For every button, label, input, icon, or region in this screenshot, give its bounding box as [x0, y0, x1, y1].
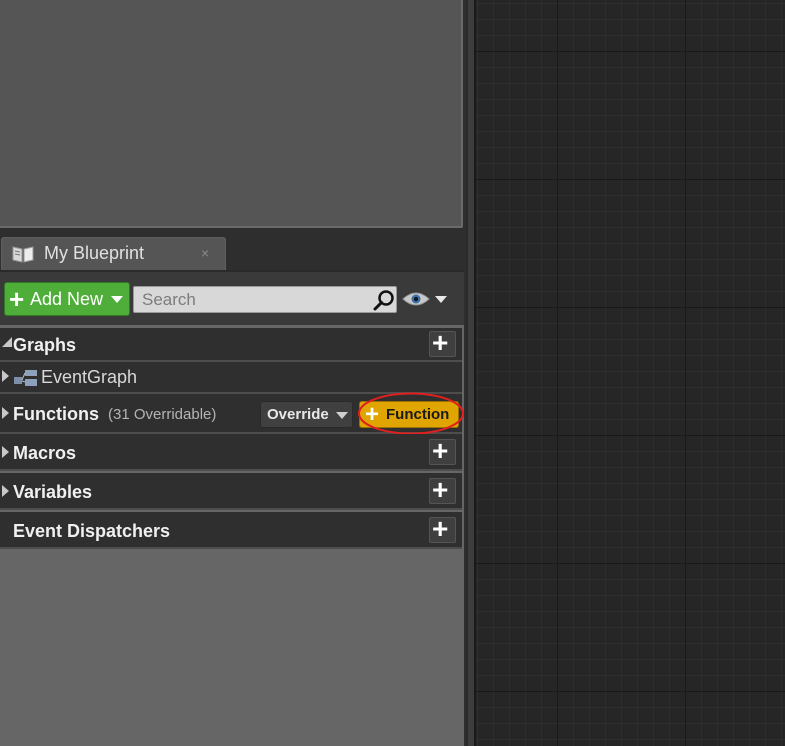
add-new-button[interactable]: + Add New: [4, 282, 130, 316]
category-label: Variables: [13, 482, 93, 502]
category-variables[interactable]: Variables +: [0, 473, 462, 510]
list-item-eventgraph[interactable]: EventGraph: [0, 362, 462, 394]
chevron-down-icon: [336, 412, 348, 419]
plus-icon: +: [432, 327, 449, 358]
category-graphs[interactable]: Graphs +: [0, 328, 462, 362]
tab-close-icon[interactable]: ×: [201, 245, 209, 261]
view-options-button[interactable]: [402, 287, 454, 313]
add-graph-button[interactable]: +: [429, 327, 456, 358]
expand-triangle-icon[interactable]: [2, 446, 9, 458]
chevron-down-icon: [111, 296, 123, 303]
event-graph-icon: [14, 370, 37, 386]
graph-editor-grid[interactable]: [476, 0, 785, 746]
blueprint-toolbar: + Add New Search: [0, 270, 464, 325]
panel-splitter[interactable]: [466, 0, 476, 746]
add-new-label: Add New: [30, 289, 104, 309]
add-macro-button[interactable]: +: [429, 435, 456, 466]
components-panel: [0, 0, 463, 228]
category-label: Macros: [13, 443, 77, 463]
override-function-button[interactable]: Override: [260, 401, 353, 428]
add-event-dispatcher-button[interactable]: +: [429, 513, 456, 544]
tab-my-blueprint[interactable]: My Blueprint ×: [1, 237, 226, 270]
override-label: Override: [267, 406, 329, 423]
plus-icon: +: [432, 513, 449, 544]
category-label: Event Dispatchers: [13, 521, 171, 541]
add-variable-button[interactable]: +: [429, 474, 456, 505]
expand-triangle-icon[interactable]: [2, 370, 9, 382]
overridable-count: (31 Overridable): [108, 406, 217, 423]
eventgraph-label: EventGraph: [41, 367, 138, 387]
chevron-down-icon: [435, 296, 447, 303]
tab-label: My Blueprint: [44, 243, 145, 263]
expand-triangle-icon[interactable]: [2, 407, 9, 419]
category-label: Graphs: [13, 335, 77, 355]
left-column: My Blueprint × + Add New Search Graphs +…: [0, 0, 466, 746]
category-macros[interactable]: Macros +: [0, 434, 462, 471]
plus-icon: +: [9, 284, 25, 314]
search-input[interactable]: Search: [133, 286, 397, 313]
plus-icon: +: [365, 401, 380, 428]
search-icon[interactable]: [372, 289, 396, 311]
plus-icon: +: [432, 435, 449, 466]
search-placeholder: Search: [142, 290, 196, 309]
category-event-dispatchers[interactable]: Event Dispatchers +: [0, 512, 462, 549]
plus-icon: +: [432, 474, 449, 505]
category-label: Functions: [13, 404, 99, 424]
expand-triangle-icon[interactable]: [2, 485, 9, 497]
book-icon: [12, 246, 34, 263]
eye-icon: [402, 292, 430, 306]
collapse-triangle-icon[interactable]: [2, 337, 12, 347]
add-function-button[interactable]: + Function: [359, 401, 459, 428]
add-function-label: Function: [386, 406, 450, 423]
